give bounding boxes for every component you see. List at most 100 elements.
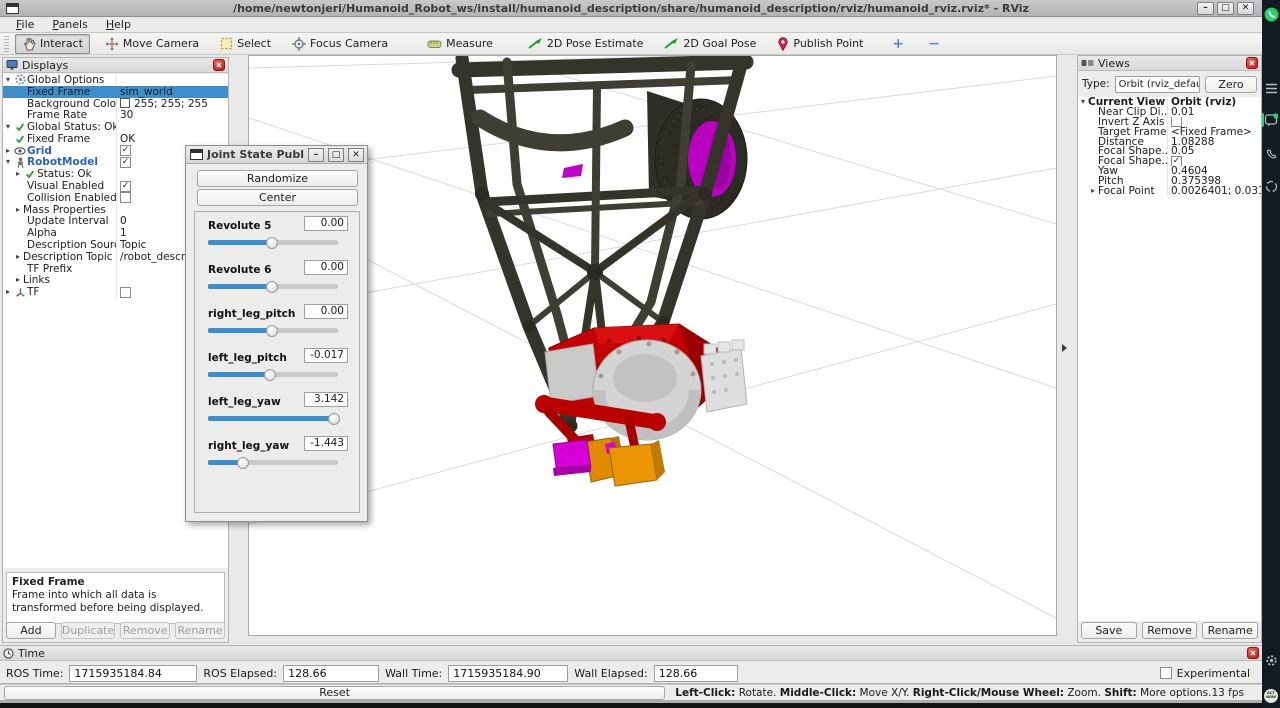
grid-enabled-checkbox[interactable]: ✓	[120, 145, 131, 156]
minimize-button[interactable]: –	[1197, 2, 1214, 15]
joint-value-left-leg-pitch[interactable]: -0.017	[304, 348, 348, 363]
tree-row-fixed-frame[interactable]: Fixed Frame sim_world	[3, 86, 228, 98]
time-panel-header[interactable]: Time	[0, 646, 1262, 661]
displays-close-icon[interactable]	[213, 59, 225, 71]
joint-slider-right-leg-yaw[interactable]	[208, 460, 338, 465]
render-viewport-3d[interactable]	[248, 55, 1057, 636]
publish-point-icon	[777, 37, 789, 51]
menu-item-file[interactable]: File	[8, 18, 42, 31]
expander-icon[interactable]: ▾	[3, 157, 13, 167]
profile-badge-icon[interactable]: ACT NOW	[1264, 689, 1278, 703]
views-panel-header[interactable]: Views	[1078, 56, 1261, 71]
joint-slider-right-leg-pitch[interactable]	[208, 328, 338, 333]
joint-value-left-leg-yaw[interactable]: 3.142	[304, 392, 348, 407]
tree-row-frame-rate[interactable]: Frame Rate 30	[3, 109, 228, 121]
chats-icon[interactable]	[1263, 112, 1279, 128]
menu-icon[interactable]	[1263, 80, 1279, 96]
joint-slider-left-leg-pitch[interactable]	[208, 372, 338, 377]
toolbar-grip[interactable]	[4, 36, 9, 52]
displays-panel-header[interactable]: Displays	[3, 58, 228, 73]
settings-gear-icon[interactable]	[1263, 652, 1279, 668]
expander-icon[interactable]: ▸	[1088, 186, 1098, 196]
views-row-focal-point[interactable]: ▸Focal Point 0.0026401; 0.0316...	[1078, 186, 1261, 196]
tf-enabled-checkbox[interactable]	[120, 287, 131, 298]
maximize-button[interactable]: □	[1217, 2, 1234, 15]
goal-pose-icon	[664, 37, 679, 50]
expander-icon[interactable]: ▸	[13, 205, 23, 215]
expander-icon[interactable]: ▸	[13, 169, 23, 179]
tool-publish-point[interactable]: Publish Point	[771, 35, 869, 53]
ros-elapsed-field[interactable]	[283, 665, 379, 682]
add-tool-button[interactable]: +	[892, 36, 904, 52]
calls-icon[interactable]	[1263, 146, 1279, 162]
zero-button[interactable]: Zero	[1205, 76, 1257, 93]
expander-icon[interactable]: ▾	[3, 75, 13, 85]
expander-icon[interactable]: ▸	[13, 275, 23, 285]
views-tree: ▾Current View Orbit (rviz) Near Clip Di.…	[1078, 97, 1261, 621]
rename-display-button[interactable]: Rename	[175, 622, 225, 639]
focal-shape-checkbox[interactable]: ✓	[1171, 156, 1182, 166]
panel-collapse-arrow-icon[interactable]	[1062, 344, 1067, 352]
collision-enabled-checkbox[interactable]	[120, 192, 131, 203]
joint-slider-revolute5[interactable]	[208, 240, 338, 245]
status-icon[interactable]	[1263, 178, 1279, 194]
wall-time-field[interactable]	[448, 665, 568, 682]
randomize-button[interactable]: Randomize	[197, 170, 358, 187]
joint-window-titlebar[interactable]: Joint State Publis... – □ ✕	[186, 146, 367, 164]
joint-close-button[interactable]: ✕	[348, 148, 364, 162]
tool-move-camera[interactable]: Move Camera	[99, 35, 205, 53]
window-titlebar[interactable]: /home/newtonjeri/Humanoid_Robot_ws/insta…	[0, 0, 1262, 17]
displays-panel-icon	[6, 59, 18, 71]
views-close-icon[interactable]	[1246, 57, 1258, 69]
time-close-icon[interactable]	[1247, 647, 1259, 659]
joint-maximize-button[interactable]: □	[328, 148, 344, 162]
tree-row-global-status[interactable]: ▾Global Status: Ok	[3, 121, 228, 133]
joint-value-revolute6[interactable]: 0.00	[304, 260, 348, 275]
measure-icon	[427, 38, 442, 50]
whatsapp-icon[interactable]	[1263, 6, 1279, 22]
expander-icon[interactable]: ▸	[3, 146, 13, 156]
mouse-hints: Left-Click: Rotate. Middle-Click: Move X…	[675, 687, 1211, 699]
experimental-checkbox[interactable]	[1160, 667, 1172, 679]
tree-row-global-options[interactable]: ▾Global Options	[3, 74, 228, 86]
tool-measure[interactable]: Measure	[421, 35, 499, 52]
tool-interact[interactable]: Interact	[15, 34, 90, 54]
wall-elapsed-field[interactable]	[654, 665, 738, 682]
expander-icon[interactable]: ▸	[13, 252, 23, 262]
joint-state-publisher-window[interactable]: Joint State Publis... – □ ✕ Randomize Ce…	[185, 145, 368, 522]
view-type-dropdown[interactable]: Orbit (rviz_default_▾	[1115, 76, 1200, 93]
joint-slider-left-leg-yaw[interactable]	[208, 416, 338, 421]
invert-z-checkbox[interactable]	[1171, 117, 1182, 127]
color-swatch[interactable]	[120, 98, 130, 108]
close-button[interactable]: ✕	[1237, 2, 1254, 15]
center-button[interactable]: Center	[197, 189, 358, 206]
joint-value-revolute5[interactable]: 0.00	[304, 216, 348, 231]
tool-2d-goal-pose[interactable]: 2D Goal Pose	[658, 35, 762, 52]
joint-value-right-leg-pitch[interactable]: 0.00	[304, 304, 348, 319]
tree-row-background-color[interactable]: Background Color 255; 255; 255	[3, 98, 228, 110]
expander-icon[interactable]: ▸	[3, 287, 13, 297]
menu-item-help[interactable]: Help	[98, 18, 139, 31]
add-display-button[interactable]: Add	[6, 622, 56, 639]
rename-view-button[interactable]: Rename	[1202, 622, 1258, 639]
tool-2d-pose-estimate[interactable]: 2D Pose Estimate	[522, 35, 650, 52]
tool-focus-camera[interactable]: Focus Camera	[286, 35, 394, 53]
expander-icon[interactable]: ▾	[3, 122, 13, 132]
joint-slider-revolute6[interactable]	[208, 284, 338, 289]
remove-view-button[interactable]: Remove	[1142, 622, 1198, 639]
ros-time-field[interactable]	[69, 665, 197, 682]
duplicate-display-button[interactable]: Duplicate	[61, 622, 115, 639]
save-view-button[interactable]: Save	[1081, 622, 1137, 639]
joint-value-right-leg-yaw[interactable]: -1.443	[304, 436, 348, 451]
joint-minimize-button[interactable]: –	[308, 148, 324, 162]
tool-select[interactable]: Select	[214, 35, 277, 52]
tree-row-global-fixed-frame-status[interactable]: Fixed Frame OK	[3, 133, 228, 145]
menu-item-panels[interactable]: Panels	[44, 18, 95, 31]
joint-label-right-leg-pitch: right_leg_pitch	[208, 308, 303, 320]
fixed-frame-value[interactable]: sim_world	[116, 86, 228, 98]
robotmodel-enabled-checkbox[interactable]: ✓	[120, 157, 131, 168]
reset-button[interactable]: Reset	[4, 686, 665, 700]
visual-enabled-checkbox[interactable]: ✓	[120, 181, 131, 192]
remove-display-button[interactable]: Remove	[120, 622, 170, 639]
remove-tool-button[interactable]: −	[928, 36, 940, 52]
